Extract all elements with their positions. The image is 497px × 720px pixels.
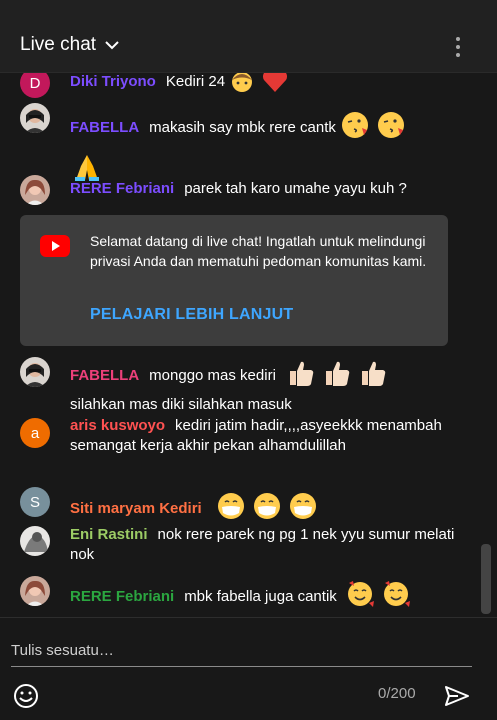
welcome-text: Selamat datang di live chat! Ingatlah un… <box>90 233 427 269</box>
avatar <box>20 103 50 133</box>
chat-scrollbar-thumb[interactable] <box>481 544 491 614</box>
character-counter: 0/200 <box>378 685 416 702</box>
more-options-icon[interactable] <box>448 35 468 59</box>
avatar-letter: a <box>30 424 40 442</box>
chevron-down-icon <box>105 41 119 50</box>
youtube-icon <box>40 235 70 257</box>
avatar <box>20 175 50 205</box>
chat-header: Live chat <box>0 0 497 73</box>
message-body: aris kuswoyo kediri jatim hadir,,,,asyeek… <box>70 416 460 456</box>
message-author: Diki Triyono <box>70 73 156 90</box>
message-text: mbk fabella juga cantik <box>184 588 337 605</box>
message-text: monggo mas kediri <box>149 367 276 384</box>
smiling-hearts-emoji-icon <box>381 579 411 615</box>
message-author: RERE Febriani <box>70 180 175 197</box>
message-text: Kediri 24 <box>165 73 226 90</box>
chat-scrollbar[interactable] <box>480 73 492 617</box>
avatar: S <box>20 487 50 517</box>
avatar <box>20 357 50 387</box>
mask-emoji-icon <box>216 491 246 527</box>
message-author: FABELLA <box>70 367 140 384</box>
thumbs-up-emoji-icon <box>322 358 352 394</box>
learn-more-link[interactable]: PELAJARI LEBIH LANJUT <box>90 306 293 324</box>
chat-mode-selector[interactable]: Live chat <box>20 34 120 56</box>
message-body: RERE Febriani mbk fabella juga cantik <box>70 579 460 615</box>
avatar: a <box>20 418 50 448</box>
chat-composer: 0/200 <box>0 617 497 720</box>
mask-emoji-icon <box>252 491 282 527</box>
chat-message-input[interactable] <box>11 638 472 667</box>
avatar-letter: D <box>29 74 41 92</box>
avatar-letter: S <box>29 493 40 511</box>
kiss-emoji-icon <box>376 110 406 146</box>
boy-emoji-icon <box>229 73 255 100</box>
send-icon[interactable] <box>444 684 470 708</box>
message-body: FABELLA makasih say mbk rere cantk <box>70 110 460 188</box>
kiss-emoji-icon <box>340 110 370 146</box>
message-body: RERE Febriani parek tah karo umahe yayu k… <box>70 179 460 199</box>
mask-emoji-icon <box>288 491 318 527</box>
message-author: FABELLA <box>70 119 140 136</box>
heart-emoji-icon <box>261 73 289 100</box>
chat-title: Live chat <box>20 34 97 55</box>
message-author: Siti maryam Kediri <box>70 500 202 517</box>
message-text-line2: silahkan mas diki silahkan masuk <box>70 396 292 413</box>
avatar <box>20 576 50 606</box>
smiling-hearts-emoji-icon <box>345 579 375 615</box>
thumbs-up-emoji-icon <box>286 358 316 394</box>
avatar <box>20 526 50 556</box>
chat-message-list[interactable]: D Diki Triyono Kediri 24 FABELLA makasih s… <box>0 73 480 617</box>
message-author: RERE Febriani <box>70 588 175 605</box>
smiley-icon[interactable] <box>13 683 39 709</box>
avatar: D <box>20 73 50 98</box>
welcome-banner: Selamat datang di live chat! Ingatlah un… <box>20 215 448 346</box>
message-text: parek tah karo umahe yayu kuh ? <box>184 180 407 197</box>
message-body: Siti maryam Kediri <box>70 491 460 527</box>
thumbs-up-emoji-icon <box>358 358 388 394</box>
message-author: aris kuswoyo <box>70 417 166 434</box>
message-author: Eni Rastini <box>70 526 148 543</box>
message-body: FABELLA monggo mas kediri silahkan mas di… <box>70 358 460 415</box>
message-body: Diki Triyono Kediri 24 <box>70 73 460 100</box>
message-body: Eni Rastini nok rere parek ng pg 1 nek yy… <box>70 525 460 565</box>
message-text: makasih say mbk rere cantk <box>149 119 336 136</box>
